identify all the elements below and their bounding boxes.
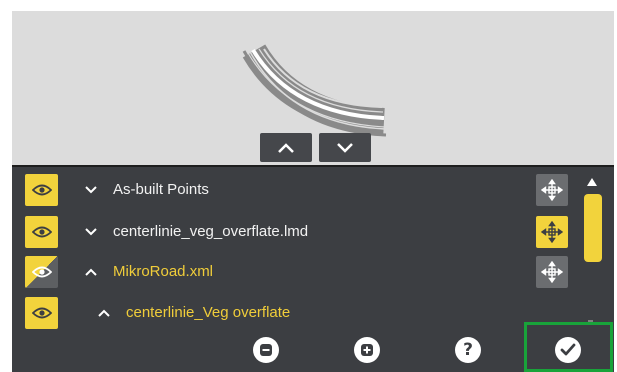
help-button[interactable]: ?: [455, 337, 481, 363]
visibility-toggle[interactable]: [25, 256, 58, 288]
layer-list: As-built Points centerlinie_veg_overflat…: [12, 169, 614, 329]
move-layer-button[interactable]: [536, 174, 568, 206]
scrollbar-thumb[interactable]: [584, 194, 602, 262]
move-layer-button[interactable]: [536, 256, 568, 288]
eye-icon: [31, 184, 52, 196]
layer-name: centerlinie_veg_overflate.lmd: [113, 223, 309, 240]
move-layer-button[interactable]: [536, 216, 568, 248]
visibility-toggle[interactable]: [25, 297, 58, 329]
visibility-toggle[interactable]: [25, 216, 58, 248]
chevron-down-icon[interactable]: [84, 225, 98, 239]
move-arrows-icon: [541, 221, 563, 243]
road-preview: [242, 44, 387, 137]
layer-row-centerlinie-lmd[interactable]: centerlinie_veg_overflate.lmd: [12, 216, 572, 254]
move-arrows-icon: [541, 179, 563, 201]
move-down-button[interactable]: [319, 133, 371, 162]
layer-name: As-built Points: [113, 181, 209, 198]
scroll-up-icon[interactable]: [587, 178, 597, 186]
add-layer-button[interactable]: [354, 337, 380, 363]
help-icon: ?: [463, 339, 473, 360]
move-up-button[interactable]: [260, 133, 312, 162]
chevron-up-icon: [278, 142, 294, 153]
chevron-up-icon[interactable]: [97, 306, 111, 320]
map-preview[interactable]: [12, 11, 614, 167]
layer-name: centerlinie_Veg overflate: [126, 304, 291, 321]
layer-row-as-built-points[interactable]: As-built Points: [12, 174, 572, 212]
visibility-toggle[interactable]: [25, 174, 58, 206]
eye-icon: [31, 226, 52, 238]
chevron-down-icon: [337, 142, 353, 153]
add-layer-icon: [361, 344, 373, 356]
eye-icon: [31, 307, 52, 319]
chevron-up-icon[interactable]: [84, 265, 98, 279]
chevron-down-icon[interactable]: [84, 183, 98, 197]
layer-manager-window: As-built Points centerlinie_veg_overflat…: [12, 11, 614, 372]
remove-layer-button[interactable]: [253, 337, 279, 363]
move-arrows-icon: [541, 261, 563, 283]
confirm-highlight-frame: [524, 322, 613, 372]
layer-name: MikroRoad.xml: [113, 263, 214, 280]
eye-icon: [31, 266, 52, 278]
remove-layer-icon: [260, 344, 272, 356]
layer-row-mikroroad[interactable]: MikroRoad.xml: [12, 256, 572, 294]
